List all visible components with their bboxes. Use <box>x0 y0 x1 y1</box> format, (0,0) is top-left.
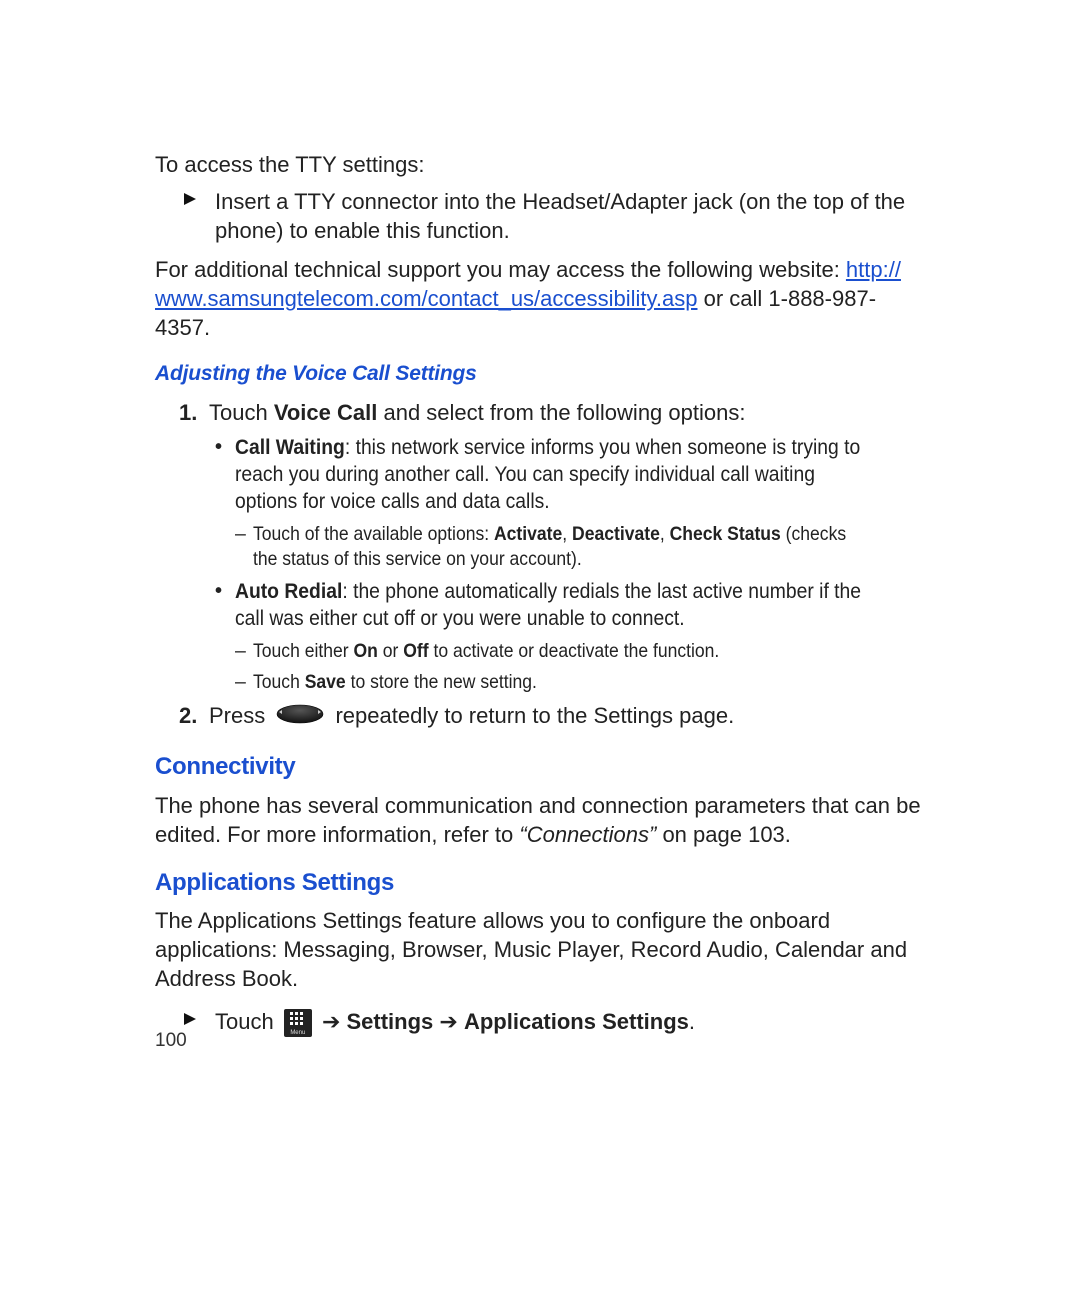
dash-icon: – <box>235 522 253 547</box>
step1-bold: Voice Call <box>274 400 378 425</box>
triangle-right-icon <box>183 192 197 206</box>
cw-sep2: , <box>660 523 670 545</box>
page-number: 100 <box>155 1030 187 1052</box>
conn-ref: “Connections” <box>519 822 656 847</box>
connectivity-body: The phone has several communication and … <box>155 791 925 849</box>
auto-redial-dash-2: – Touch Save to store the new setting. <box>235 670 925 695</box>
ar-d2-a: Touch <box>253 671 305 693</box>
intro-text: To access the TTY settings: <box>155 150 925 179</box>
ar-d1-off: Off <box>403 640 428 662</box>
apps-step-row: Touch Menu ➔ Settings ➔ Applications Set… <box>183 1007 925 1038</box>
ar-dash2-text: Touch Save to store the new setting. <box>253 670 925 695</box>
ar-d1-on: On <box>353 640 377 662</box>
arrow-right-icon: ➔ <box>322 1009 347 1034</box>
tty-step-text: Insert a TTY connector into the Headset/… <box>215 187 925 245</box>
step2-a: Press <box>209 703 271 728</box>
call-waiting-bullet: • Call Waiting: this network service inf… <box>215 435 925 516</box>
step-2-row: 2. Press repeatedly to return to the S <box>179 701 925 733</box>
cw-dash-deactivate: Deactivate <box>572 523 660 545</box>
arrow-right-icon: ➔ <box>433 1009 464 1034</box>
auto-redial-dash-1: – Touch either On or Off to activate or … <box>235 639 925 664</box>
support-link-part1[interactable]: http:// <box>846 257 901 282</box>
support-pre: For additional technical support you may… <box>155 257 846 282</box>
apps-step-period: . <box>689 1009 695 1034</box>
triangle-right-icon <box>183 1012 197 1026</box>
dash-icon: – <box>235 670 253 695</box>
ar-label: Auto Redial <box>235 580 342 603</box>
applications-settings-heading: Applications Settings <box>155 867 925 899</box>
ar-d1-mid: or <box>378 640 403 662</box>
step1-c: and select from the following options: <box>377 400 745 425</box>
cw-sep1: , <box>562 523 572 545</box>
conn-b: on page 103. <box>656 822 791 847</box>
page-content: To access the TTY settings: Insert a TTY… <box>0 0 1080 1039</box>
cw-dash-a: Touch of the available options: <box>253 523 494 545</box>
ar-d2-c: to store the new setting. <box>346 671 537 693</box>
ar-d2-save: Save <box>305 671 346 693</box>
support-link-part2[interactable]: www.samsungtelecom.com/contact_us/access… <box>155 286 697 311</box>
ar-dash1-text: Touch either On or Off to activate or de… <box>253 639 925 664</box>
connectivity-heading: Connectivity <box>155 751 925 783</box>
auto-redial-text: Auto Redial: the phone automatically red… <box>235 579 925 633</box>
apps-step-text: Touch Menu ➔ Settings ➔ Applications Set… <box>215 1007 925 1038</box>
dash-icon: – <box>235 639 253 664</box>
apps-step-appsettings: Applications Settings <box>464 1009 689 1034</box>
call-waiting-option-dash: – Touch of the available options: Activa… <box>235 522 925 572</box>
step-2-text: Press repeatedly to return to the Settin… <box>209 701 925 733</box>
auto-redial-bullet: • Auto Redial: the phone automatically r… <box>215 579 925 633</box>
step2-b: repeatedly to return to the Settings pag… <box>335 703 734 728</box>
voice-call-subheading: Adjusting the Voice Call Settings <box>155 360 925 388</box>
cw-dash-checkstatus: Check Status <box>670 523 781 545</box>
cw-dash-activate: Activate <box>494 523 562 545</box>
applications-settings-body: The Applications Settings feature allows… <box>155 906 925 993</box>
menu-icon-label: Menu <box>284 1030 312 1036</box>
menu-grid-icon: Menu <box>284 1009 312 1037</box>
step-1-number: 1. <box>179 398 209 427</box>
step-2-number: 2. <box>179 701 209 730</box>
bullet-icon: • <box>215 435 235 461</box>
bullet-icon: • <box>215 579 235 605</box>
step1-a: Touch <box>209 400 274 425</box>
call-waiting-text: Call Waiting: this network service infor… <box>235 435 925 516</box>
ar-d1-a: Touch either <box>253 640 353 662</box>
step-1-text: Touch Voice Call and select from the fol… <box>209 398 925 427</box>
apps-step-settings: Settings <box>347 1009 434 1034</box>
hardware-key-icon <box>275 702 325 731</box>
cw-label: Call Waiting <box>235 436 345 459</box>
cw-dash-text: Touch of the available options: Activate… <box>253 522 925 572</box>
step-1-row: 1. Touch Voice Call and select from the … <box>179 398 925 427</box>
support-paragraph: For additional technical support you may… <box>155 255 925 342</box>
apps-step-a: Touch <box>215 1009 280 1034</box>
tty-step-row: Insert a TTY connector into the Headset/… <box>183 187 925 245</box>
ar-d1-c: to activate or deactivate the function. <box>429 640 720 662</box>
